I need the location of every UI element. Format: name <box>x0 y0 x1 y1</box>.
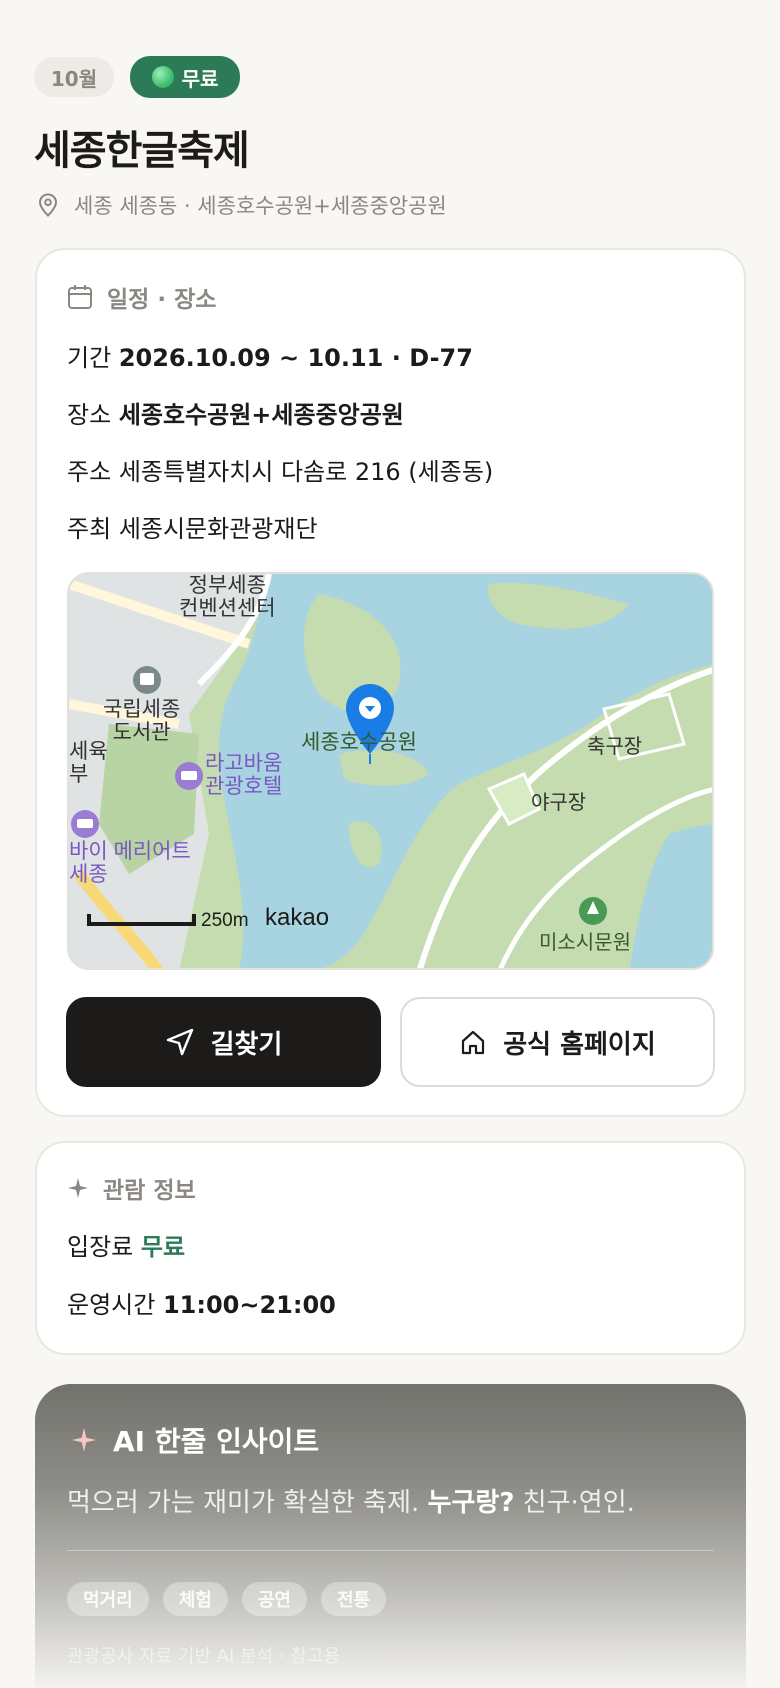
homepage-button-label: 공식 홈페이지 <box>503 1029 656 1060</box>
calendar-icon <box>68 285 92 309</box>
schedule-heading-text: 일정 · 장소 <box>107 287 217 313</box>
ai-heading: AI 한줄 인사이트 <box>71 1420 319 1460</box>
fee-row: 입장료 무료 <box>67 1227 185 1262</box>
venue-value: 세종호수공원+세종중앙공원 <box>118 401 404 429</box>
address-label: 주소 <box>67 458 112 486</box>
ai-text-bold: 누구랑? <box>427 1488 515 1518</box>
hours-value: 11:00~21:00 <box>162 1291 336 1319</box>
map-label-left-edge: 세육 부 <box>69 740 108 786</box>
location-map[interactable]: 정부세종 컨벤션센터 국립세종 도서관 세육 부 라고바움 관광호텔 바이 메리… <box>67 572 714 970</box>
hours-row: 운영시간 11:00~21:00 <box>67 1285 336 1320</box>
ai-text-prefix: 먹으러 가는 재미가 확실한 축제. <box>67 1488 420 1518</box>
venue-row: 장소 세종호수공원+세종중앙공원 <box>67 395 404 430</box>
ai-tag[interactable]: 체험 <box>162 1582 228 1616</box>
price-chip: 무료 <box>130 56 240 98</box>
schedule-card: 일정 · 장소 기간 2026.10.09 ~ 10.11 · D-77 장소 … <box>35 248 746 1117</box>
month-chip-label: 10월 <box>50 66 98 91</box>
map-label-marriott: 바이 메리어트 세종 <box>69 840 191 886</box>
location-line: 세종 세종동 · 세종호수공원+세종중앙공원 <box>38 190 447 220</box>
map-label-baseball: 야구장 <box>531 792 587 814</box>
visit-heading-text: 관람 정보 <box>103 1178 196 1204</box>
home-icon <box>462 1030 485 1055</box>
status-dot-icon <box>151 66 174 88</box>
fee-value: 무료 <box>140 1233 186 1261</box>
ai-text-suffix: 친구·연인. <box>522 1488 635 1518</box>
price-chip-label: 무료 <box>181 66 219 91</box>
schedule-heading: 일정 · 장소 <box>67 280 216 314</box>
map-label-convention: 정부세종 컨벤션센터 <box>179 574 276 620</box>
ai-insight-card: AI 한줄 인사이트 먹으러 가는 재미가 확실한 축제. 누구랑? 친구·연인… <box>35 1384 746 1688</box>
ai-insight-text: 먹으러 가는 재미가 확실한 축제. 누구랑? 친구·연인. <box>67 1482 635 1519</box>
visit-heading: 관람 정보 <box>67 1171 196 1205</box>
map-brand-logo: kakao <box>265 904 330 931</box>
map-label-library: 국립세종 도서관 <box>103 698 181 744</box>
period-row: 기간 2026.10.09 ~ 10.11 · D-77 <box>67 338 473 373</box>
ai-footnote: 관광공사 자료 기반 AI 분석 · 참고용 <box>67 1646 340 1667</box>
map-pin-icon <box>38 193 58 217</box>
location-text: 세종 세종동 · 세종호수공원+세종중앙공원 <box>74 194 447 218</box>
map-label-football: 축구장 <box>587 736 643 758</box>
directions-button-label: 길찾기 <box>210 1029 283 1060</box>
hours-label: 운영시간 <box>67 1291 156 1319</box>
address-value: 세종특별자치시 다솜로 216 (세종동) <box>118 458 494 486</box>
host-label: 주최 <box>67 515 112 543</box>
ai-tag-list: 먹거리 체험 공연 전통 <box>67 1582 387 1616</box>
page-title: 세종한글축제 <box>34 128 250 174</box>
sparkle-icon <box>68 1178 88 1198</box>
homepage-button[interactable]: 공식 홈페이지 <box>400 997 715 1087</box>
ai-tag[interactable]: 먹거리 <box>67 1582 149 1616</box>
ai-tag[interactable]: 전통 <box>320 1582 387 1616</box>
map-label-park: 세종호수공원 <box>301 731 417 754</box>
host-row: 주최 세종시문화관광재단 <box>67 509 318 544</box>
host-value: 세종시문화관광재단 <box>118 515 318 543</box>
month-chip: 10월 <box>34 57 114 97</box>
ai-divider <box>67 1550 714 1551</box>
ai-tag[interactable]: 공연 <box>241 1582 307 1616</box>
venue-label: 장소 <box>67 401 112 429</box>
address-row: 주소 세종특별자치시 다솜로 216 (세종동) <box>67 452 493 487</box>
ai-heading-text: AI 한줄 인사이트 <box>113 1425 320 1458</box>
directions-button[interactable]: 길찾기 <box>66 997 381 1087</box>
ai-sparkle-icon <box>72 1428 96 1452</box>
period-value: 2026.10.09 ~ 10.11 · D-77 <box>118 344 473 372</box>
fee-label: 입장료 <box>67 1233 134 1261</box>
navigation-arrow-icon <box>166 1028 193 1056</box>
period-label: 기간 <box>67 344 112 372</box>
visit-info-card: 관람 정보 입장료 무료 운영시간 11:00~21:00 <box>35 1141 746 1355</box>
map-label-hotel: 라고바움 관광호텔 <box>205 752 283 798</box>
map-canvas[interactable] <box>69 574 714 970</box>
map-scale-label: 250m <box>201 910 249 931</box>
map-label-arboretum: 미소시문원 <box>539 932 631 954</box>
